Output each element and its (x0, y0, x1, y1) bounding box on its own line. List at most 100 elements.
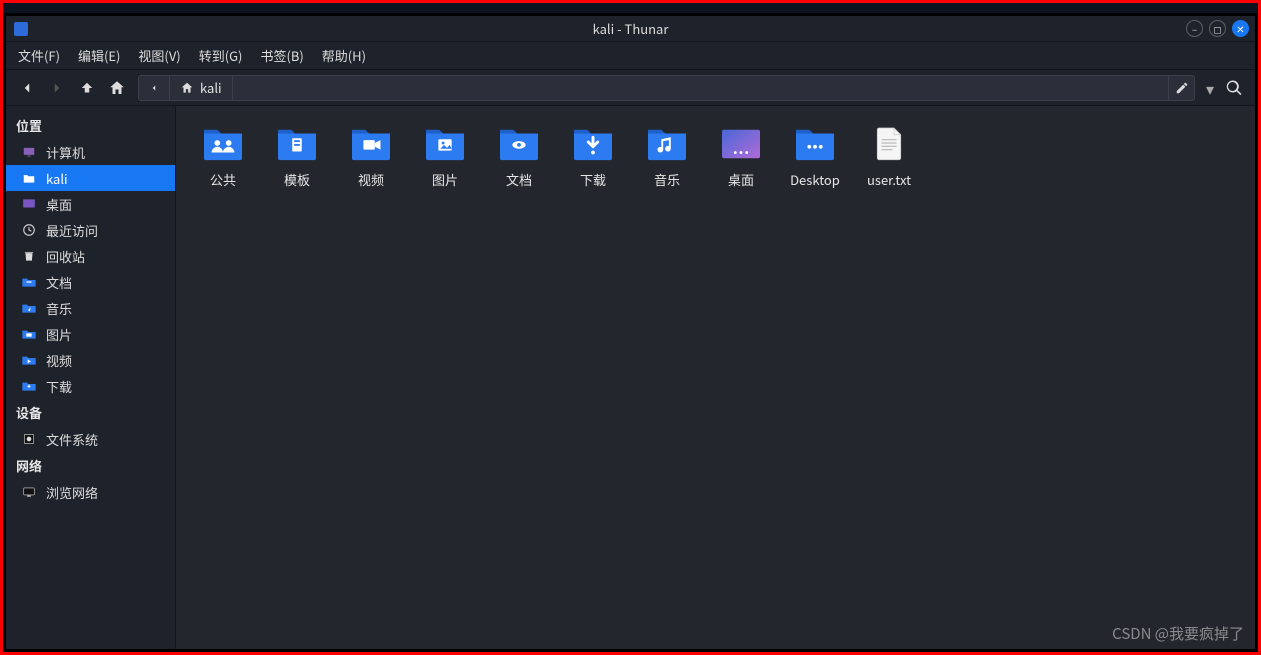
body: 位置计算机kali桌面最近访问回收站文档音乐图片视频下载设备文件系统网络浏览网络… (6, 106, 1255, 649)
path-segment-home[interactable]: kali (170, 76, 233, 100)
sidebar-section-header: 设备 (6, 399, 175, 426)
file-item[interactable]: 视频 (334, 120, 408, 193)
trash-icon (20, 248, 38, 264)
videos-icon (20, 352, 38, 368)
file-item[interactable]: 文档 (482, 120, 556, 193)
nav-forward-button[interactable] (44, 75, 70, 101)
app-icon (14, 22, 28, 36)
sidebar-item-documents[interactable]: 文档 (6, 269, 175, 295)
nav-back-button[interactable] (14, 75, 40, 101)
sidebar-item-label: 下载 (46, 377, 72, 396)
edit-path-button[interactable] (1168, 76, 1194, 100)
sidebar-item-filesystem[interactable]: 文件系统 (6, 426, 175, 452)
location-dropdown-button[interactable]: ▾ (1203, 75, 1217, 101)
file-item[interactable]: 桌面 (704, 120, 778, 193)
close-button[interactable]: ✕ (1232, 20, 1249, 37)
menu-bookmarks[interactable]: 书签(B) (260, 46, 303, 65)
folder-icon (791, 124, 839, 162)
folder-icon (495, 124, 543, 162)
documents-icon (20, 274, 38, 290)
menu-go[interactable]: 转到(G) (199, 46, 243, 65)
path-segment-label: kali (200, 78, 222, 97)
file-item[interactable]: Desktop (778, 120, 852, 193)
menu-help[interactable]: 帮助(H) (322, 46, 366, 65)
sidebar-item-label: kali (46, 169, 68, 188)
file-item-label: 图片 (432, 170, 458, 189)
sidebar-item-desktop[interactable]: 桌面 (6, 191, 175, 217)
sidebar-item-computer[interactable]: 计算机 (6, 139, 175, 165)
sidebar-item-music[interactable]: 音乐 (6, 295, 175, 321)
folder-icon (273, 124, 321, 162)
file-item-label: 公共 (210, 170, 236, 189)
sidebar-item-home-folder[interactable]: kali (6, 165, 175, 191)
sidebar-item-label: 音乐 (46, 299, 72, 318)
maximize-button[interactable]: ◻ (1209, 20, 1226, 37)
folder-icon (643, 124, 691, 162)
content-area[interactable]: 公共 模板 视频 图片 文档 下载 音乐 桌面 Desktop use (176, 106, 1255, 649)
text-file-icon (865, 124, 913, 162)
file-item-label: 模板 (284, 170, 310, 189)
icon-view: 公共 模板 视频 图片 文档 下载 音乐 桌面 Desktop use (186, 120, 1245, 193)
folder-icon (199, 124, 247, 162)
menubar: 文件(F) 编辑(E) 视图(V) 转到(G) 书签(B) 帮助(H) (6, 42, 1255, 70)
sidebar-item-label: 视频 (46, 351, 72, 370)
file-item-label: 视频 (358, 170, 384, 189)
desktop-top-strip (3, 3, 1258, 13)
thunar-window: kali - Thunar ‒ ◻ ✕ 文件(F) 编辑(E) 视图(V) 转到… (6, 16, 1255, 649)
nav-home-button[interactable] (104, 75, 130, 101)
file-item[interactable]: 音乐 (630, 120, 704, 193)
filesystem-icon (20, 431, 38, 447)
folder-icon (347, 124, 395, 162)
sidebar-item-videos[interactable]: 视频 (6, 347, 175, 373)
downloads-icon (20, 378, 38, 394)
sidebar-item-label: 浏览网络 (46, 483, 98, 502)
network-icon (20, 484, 38, 500)
toolbar: kali ▾ (6, 70, 1255, 106)
file-item[interactable]: 图片 (408, 120, 482, 193)
sidebar-item-label: 回收站 (46, 247, 85, 266)
desktop-icon (20, 196, 38, 212)
minimize-button[interactable]: ‒ (1186, 20, 1203, 37)
file-item[interactable]: 公共 (186, 120, 260, 193)
sidebar-item-label: 文件系统 (46, 430, 98, 449)
folder-icon (569, 124, 617, 162)
window-title: kali - Thunar (6, 19, 1255, 38)
sidebar-item-label: 图片 (46, 325, 72, 344)
file-item[interactable]: 下载 (556, 120, 630, 193)
sidebar-item-downloads[interactable]: 下载 (6, 373, 175, 399)
sidebar-item-pictures[interactable]: 图片 (6, 321, 175, 347)
folder-icon (421, 124, 469, 162)
location-bar: kali (138, 75, 1195, 101)
music-icon (20, 300, 38, 316)
file-item-label: 桌面 (728, 170, 754, 189)
search-button[interactable] (1221, 75, 1247, 101)
menu-edit[interactable]: 编辑(E) (78, 46, 120, 65)
file-item[interactable]: user.txt (852, 120, 926, 193)
sidebar-item-label: 最近访问 (46, 221, 98, 240)
nav-up-button[interactable] (74, 75, 100, 101)
window-controls: ‒ ◻ ✕ (1186, 20, 1249, 37)
sidebar-item-label: 桌面 (46, 195, 72, 214)
computer-icon (20, 144, 38, 160)
sidebar-item-trash[interactable]: 回收站 (6, 243, 175, 269)
home-folder-icon (20, 170, 38, 186)
file-item-label: 下载 (580, 170, 606, 189)
desktop-folder-icon (717, 124, 765, 162)
sidebar: 位置计算机 kali 桌面最近访问回收站文档音乐图片视频下载设备文件系统网络浏览网络 (6, 106, 176, 649)
titlebar: kali - Thunar ‒ ◻ ✕ (6, 16, 1255, 42)
file-item-label: user.txt (867, 170, 911, 189)
sidebar-item-network[interactable]: 浏览网络 (6, 479, 175, 505)
menu-view[interactable]: 视图(V) (138, 46, 180, 65)
sidebar-item-label: 文档 (46, 273, 72, 292)
pictures-icon (20, 326, 38, 342)
sidebar-item-label: 计算机 (46, 143, 85, 162)
sidebar-item-recent[interactable]: 最近访问 (6, 217, 175, 243)
sidebar-section-header: 网络 (6, 452, 175, 479)
sidebar-section-header: 位置 (6, 112, 175, 139)
recent-icon (20, 222, 38, 238)
file-item[interactable]: 模板 (260, 120, 334, 193)
file-item-label: 文档 (506, 170, 532, 189)
path-history-button[interactable] (139, 76, 170, 100)
menu-file[interactable]: 文件(F) (18, 46, 60, 65)
file-item-label: 音乐 (654, 170, 680, 189)
